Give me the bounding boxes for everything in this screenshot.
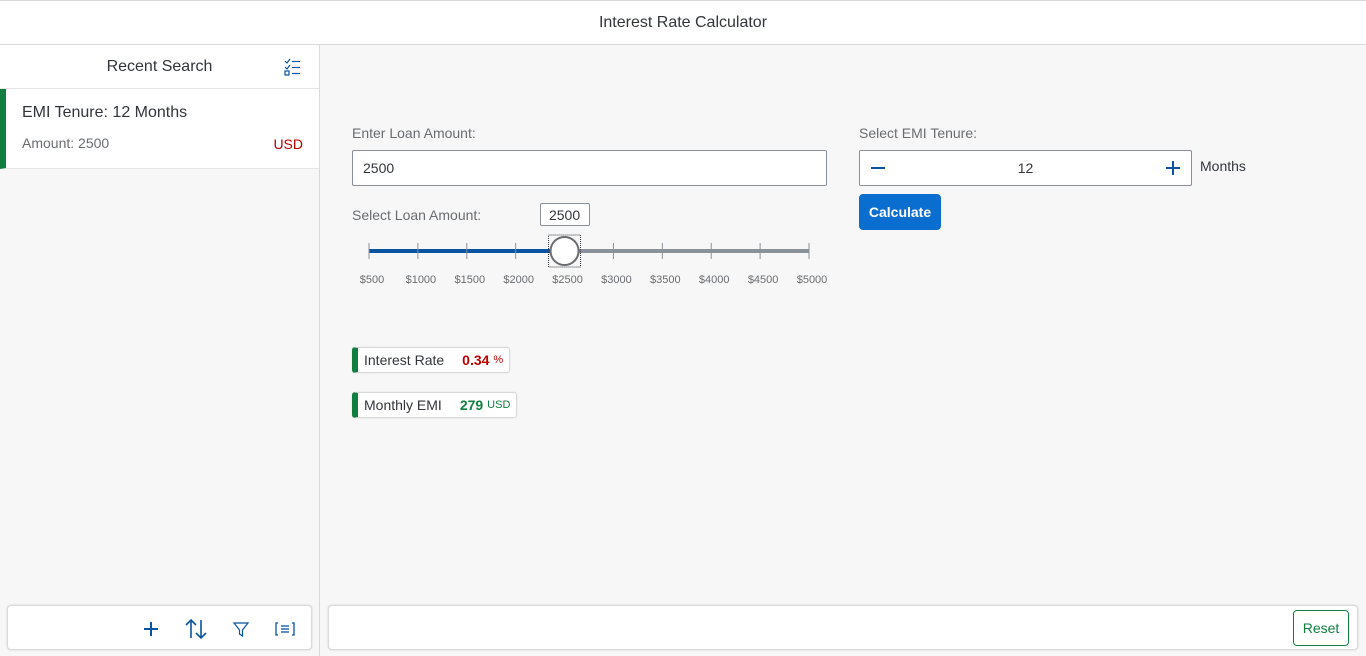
group-icon[interactable] (273, 617, 297, 641)
list-item-unit: USD (273, 136, 303, 152)
monthly-emi-chip: Monthly EMI 279 USD (352, 392, 518, 418)
filter-icon[interactable] (229, 617, 253, 641)
loan-amount-slider[interactable]: 2500 $500 $1000 $1500 $2000 $2500 $3000 $3500 $… (352, 200, 842, 290)
list-item-title: EMI Tenure: 12 Months (22, 104, 188, 121)
slider-handle[interactable] (549, 236, 580, 266)
increment-button[interactable] (1155, 151, 1191, 185)
slider-tick-label: $2000 (503, 274, 534, 286)
interest-rate-value: 0.34 (462, 352, 490, 368)
emi-tenure-value[interactable]: 12 (896, 160, 1155, 176)
emi-tenure-label: Select EMI Tenure: (859, 125, 978, 141)
slider-tick-label: $1500 (454, 274, 485, 286)
slider-tick-label: $5000 (797, 274, 828, 286)
slider-tick-label: $4500 (748, 274, 779, 286)
list-item-amount: Amount: 2500 (22, 135, 110, 151)
master-header: Recent Search (0, 45, 319, 89)
master-footer-toolbar (7, 605, 312, 650)
multi-select-icon[interactable] (283, 58, 301, 76)
monthly-emi-label: Monthly EMI (364, 397, 442, 413)
slider-tick-label: $3000 (601, 274, 632, 286)
slider-tick-label: $500 (360, 274, 384, 286)
decrement-button[interactable] (860, 151, 896, 185)
calculate-button[interactable]: Calculate (859, 194, 941, 230)
detail-footer-toolbar: Reset (328, 605, 1358, 650)
loan-amount-label: Enter Loan Amount: (352, 125, 476, 141)
monthly-emi-unit: USD (487, 399, 511, 411)
list-item[interactable]: EMI Tenure: 12 Months Amount: 2500 USD (0, 89, 319, 169)
app-title: Interest Rate Calculator (598, 13, 768, 31)
interest-rate-chip: Interest Rate 0.34 % (352, 347, 511, 373)
slider-track[interactable]: $500 $1000 $1500 $2000 $2500 $3000 $3500 $4000 $… (352, 200, 842, 290)
master-title: Recent Search (106, 57, 213, 75)
sort-icon[interactable] (184, 617, 208, 641)
reset-button[interactable]: Reset (1293, 610, 1349, 646)
slider-tick-label: $4000 (699, 274, 730, 286)
detail-panel: Enter Loan Amount: Select EMI Tenure: 12… (320, 45, 1366, 656)
app-header: Interest Rate Calculator (0, 0, 1366, 45)
add-icon[interactable] (139, 617, 163, 641)
loan-amount-input[interactable] (352, 150, 827, 186)
slider-tick-label: $2500 (552, 274, 583, 286)
master-panel: Recent Search EMI Tenure: 12 Months Amou… (0, 45, 320, 656)
monthly-emi-value: 279 (459, 397, 484, 413)
slider-tick-label: $3500 (650, 274, 681, 286)
interest-rate-unit: % (493, 354, 504, 366)
interest-rate-label: Interest Rate (364, 352, 445, 368)
slider-tick-label: $1000 (406, 274, 437, 286)
emi-tenure-stepper[interactable]: 12 (859, 150, 1192, 186)
tenure-unit: Months (1200, 158, 1246, 174)
